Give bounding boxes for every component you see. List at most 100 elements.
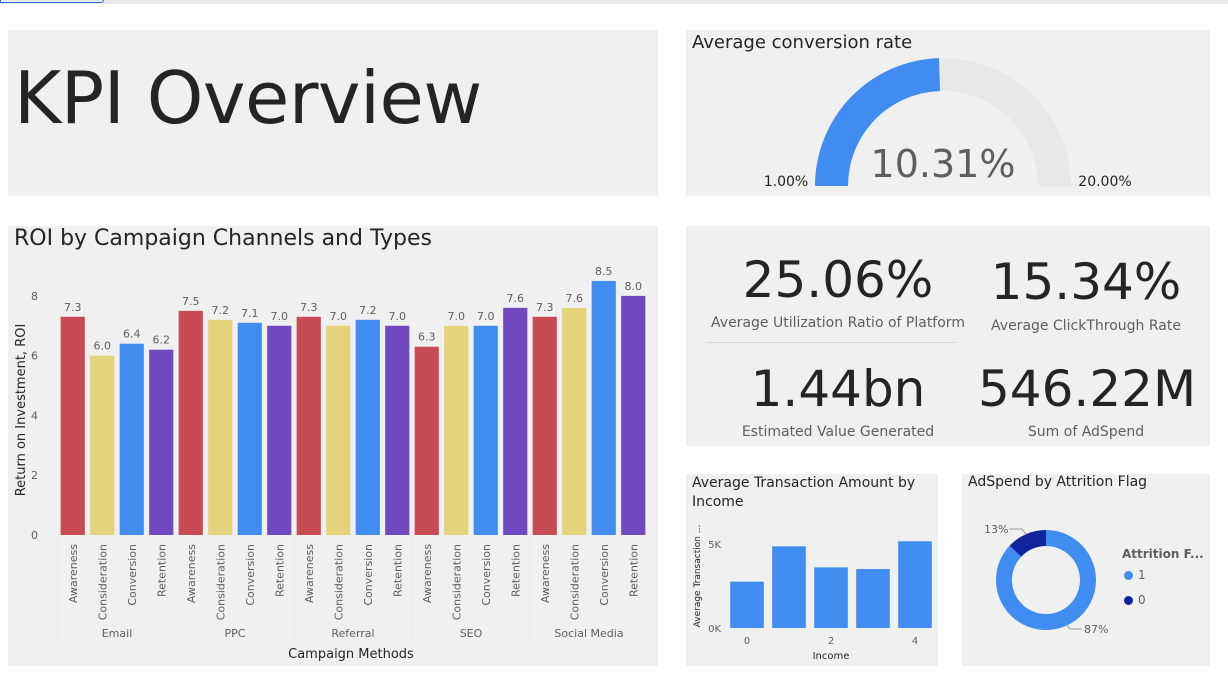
kpi-cards-tile: 25.06% Average Utilization Ratio of Plat… <box>686 226 1210 446</box>
kpi-adspend-label: Sum of AdSpend <box>1027 424 1145 440</box>
roi-x-axis-label: Campaign Methods <box>288 647 414 662</box>
roi-group-label: Social Media <box>554 627 623 640</box>
roi-data-label: 6.2 <box>153 334 171 347</box>
legend-label-0: 0 <box>1138 593 1146 607</box>
donut-legend-title: Attrition F... <box>1122 547 1204 561</box>
kpi-utilization-label: Average Utilization Ratio of Platform <box>711 315 965 331</box>
transaction-chart-tile[interactable]: Average Transaction Amount by Income Ave… <box>686 474 938 666</box>
roi-bar[interactable] <box>208 319 233 535</box>
page-tab-selected[interactable] <box>0 0 104 3</box>
donut-slice-label: 13% <box>984 523 1008 536</box>
transaction-bar[interactable] <box>814 567 848 628</box>
donut-chart-tile[interactable]: AdSpend by Attrition Flag 13% 87% Attriti… <box>962 474 1210 666</box>
roi-data-label: 7.3 <box>536 301 554 314</box>
roi-bar[interactable] <box>591 280 616 535</box>
roi-data-label: 6.0 <box>94 340 112 353</box>
transaction-bar[interactable] <box>898 541 932 628</box>
legend-dot-1 <box>1124 571 1133 580</box>
kpi-utilization-value: 25.06% <box>742 251 934 309</box>
roi-x-tick-label: Consideration <box>332 544 345 620</box>
roi-y-axis-label: Return on Investment, ROI <box>14 324 29 497</box>
roi-x-tick-label: Conversion <box>480 544 493 606</box>
gauge-tile[interactable]: Average conversion rate 10.31% 1.00% 20.… <box>686 30 1210 196</box>
gauge-max-label: 20.00% <box>1078 174 1131 190</box>
roi-bar[interactable] <box>149 349 174 535</box>
roi-bar[interactable] <box>326 325 351 535</box>
roi-x-tick-label: Retention <box>273 544 286 597</box>
donut-leader-line <box>1065 623 1082 630</box>
roi-bar[interactable] <box>178 310 203 535</box>
roi-x-tick-label: Conversion <box>244 544 257 606</box>
transaction-bar[interactable] <box>856 569 890 628</box>
transaction-bar[interactable] <box>730 581 764 628</box>
roi-data-label: 7.0 <box>477 310 495 323</box>
roi-data-label: 7.0 <box>389 310 407 323</box>
roi-x-tick-label: Retention <box>391 544 404 597</box>
donut-chart: 13% 87% <box>984 523 1108 636</box>
transaction-bar-chart: Average Transaction ... Income 0K 5K 0 2 4 <box>693 525 932 662</box>
transaction-y-axis-label: Average Transaction ... <box>693 525 703 628</box>
roi-y-tick-label: 6 <box>31 350 38 363</box>
roi-bar[interactable] <box>267 325 292 535</box>
roi-x-tick-label: Consideration <box>214 544 227 620</box>
roi-bar[interactable] <box>473 325 498 535</box>
roi-bar[interactable] <box>532 316 557 535</box>
roi-data-label: 8.5 <box>595 265 613 278</box>
gauge-min-label: 1.00% <box>764 174 808 190</box>
roi-data-label: 8.0 <box>625 280 643 293</box>
roi-chart-tile[interactable]: ROI by Campaign Channels and Types Retur… <box>8 226 658 666</box>
roi-data-label: 7.2 <box>212 304 230 317</box>
roi-bar[interactable] <box>444 325 469 535</box>
roi-bar-chart: Return on Investment, ROI Campaign Metho… <box>14 265 646 662</box>
transaction-x-tick-label: 2 <box>828 636 834 647</box>
roi-data-label: 7.0 <box>330 310 348 323</box>
roi-data-label: 6.3 <box>418 331 436 344</box>
kpi-clickthrough-value: 15.34% <box>990 253 1182 311</box>
legend-label-1: 1 <box>1138 568 1146 582</box>
roi-bar[interactable] <box>385 325 410 535</box>
page-title: KPI Overview <box>14 56 482 140</box>
legend-dot-0 <box>1124 596 1133 605</box>
transaction-x-tick-label: 0 <box>744 636 750 647</box>
roi-x-tick-label: Awareness <box>185 544 198 603</box>
roi-y-tick-label: 0 <box>31 529 38 542</box>
roi-x-tick-label: Awareness <box>303 544 316 603</box>
kpi-value-generated-value: 1.44bn <box>750 360 926 418</box>
roi-bar[interactable] <box>90 355 115 535</box>
roi-bar[interactable] <box>621 295 646 535</box>
roi-y-tick-label: 4 <box>31 409 38 422</box>
roi-data-label: 7.0 <box>448 310 466 323</box>
roi-bar[interactable] <box>60 316 85 535</box>
gauge-value: 10.31% <box>871 142 1016 186</box>
kpi-divider <box>706 342 956 343</box>
roi-data-label: 7.6 <box>566 292 584 305</box>
roi-group-label: PPC <box>225 627 246 640</box>
transaction-bar[interactable] <box>772 546 806 628</box>
roi-bar[interactable] <box>237 322 262 535</box>
roi-bar[interactable] <box>503 307 528 535</box>
donut-legend-item-1[interactable]: 1 <box>1124 568 1146 582</box>
roi-bar[interactable] <box>296 316 321 535</box>
donut-slice-label: 87% <box>1084 623 1108 636</box>
kpi-value-generated-label: Estimated Value Generated <box>741 424 935 440</box>
roi-x-tick-label: Consideration <box>568 544 581 620</box>
roi-data-label: 7.6 <box>507 292 525 305</box>
transaction-x-axis-label: Income <box>813 651 850 662</box>
roi-data-label: 7.3 <box>300 301 318 314</box>
roi-x-tick-label: Retention <box>627 544 640 597</box>
roi-x-tick-label: Awareness <box>421 544 434 603</box>
roi-x-tick-label: Retention <box>509 544 522 597</box>
roi-x-tick-label: Consideration <box>96 544 109 620</box>
kpi-clickthrough-label: Average ClickThrough Rate <box>991 318 1181 334</box>
donut-leader-line <box>1009 528 1027 535</box>
roi-bar[interactable] <box>414 346 439 535</box>
kpi-adspend-value: 546.22M <box>978 360 1197 418</box>
roi-bar[interactable] <box>562 307 587 535</box>
roi-bar[interactable] <box>119 343 144 535</box>
top-strip <box>0 0 1228 4</box>
roi-data-label: 6.4 <box>123 328 141 341</box>
roi-bar[interactable] <box>355 319 380 535</box>
roi-data-label: 7.1 <box>241 307 259 320</box>
roi-y-tick-label: 2 <box>31 469 38 482</box>
donut-legend-item-0[interactable]: 0 <box>1124 593 1146 607</box>
